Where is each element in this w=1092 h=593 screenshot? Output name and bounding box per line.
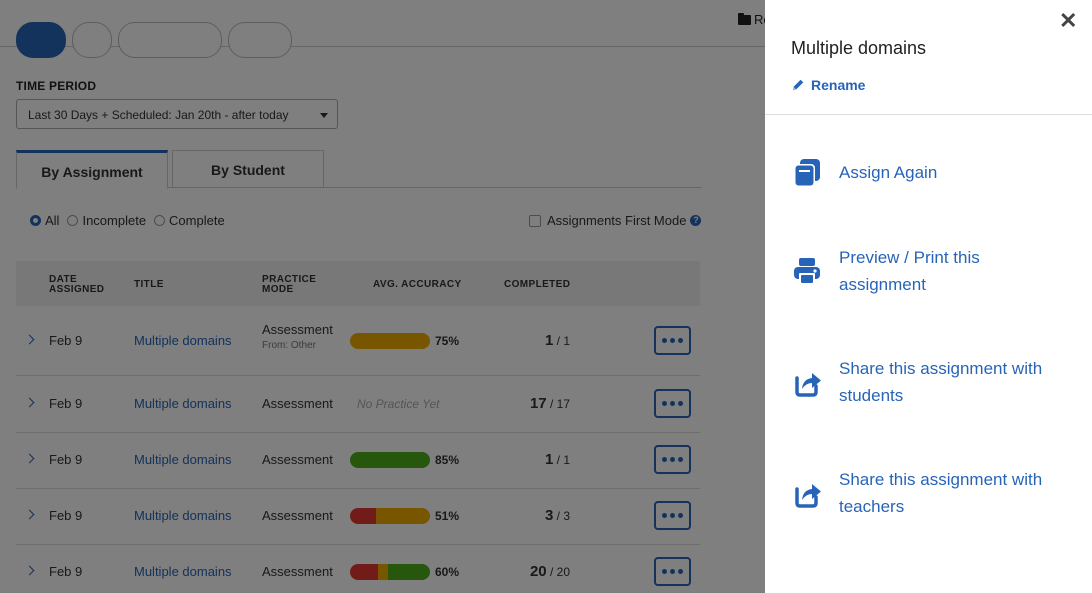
assign-again-button[interactable]: Assign Again [791, 156, 937, 188]
panel-title: Multiple domains [791, 38, 927, 58]
close-icon[interactable]: ✕ [1059, 8, 1077, 34]
share-icon [795, 373, 821, 397]
share-icon [795, 484, 821, 508]
assignments-page: Re TIME PERIOD Last 30 Days + Scheduled:… [0, 0, 765, 593]
pencil-icon [792, 79, 804, 91]
share-with-students-button[interactable]: Share this assignment with students [791, 355, 1042, 409]
assignment-side-panel: ✕ Multiple domains Rename Assign Again P… [765, 0, 1092, 593]
rename-button[interactable]: Rename [791, 77, 865, 93]
copy-icon [794, 159, 820, 187]
rename-label: Rename [811, 77, 866, 93]
preview-print-button[interactable]: Preview / Print this assignment [791, 244, 980, 298]
modal-overlay[interactable] [0, 0, 765, 593]
panel-divider [765, 114, 1092, 115]
share-with-teachers-button[interactable]: Share this assignment with teachers [791, 466, 1042, 520]
printer-icon [794, 258, 820, 284]
